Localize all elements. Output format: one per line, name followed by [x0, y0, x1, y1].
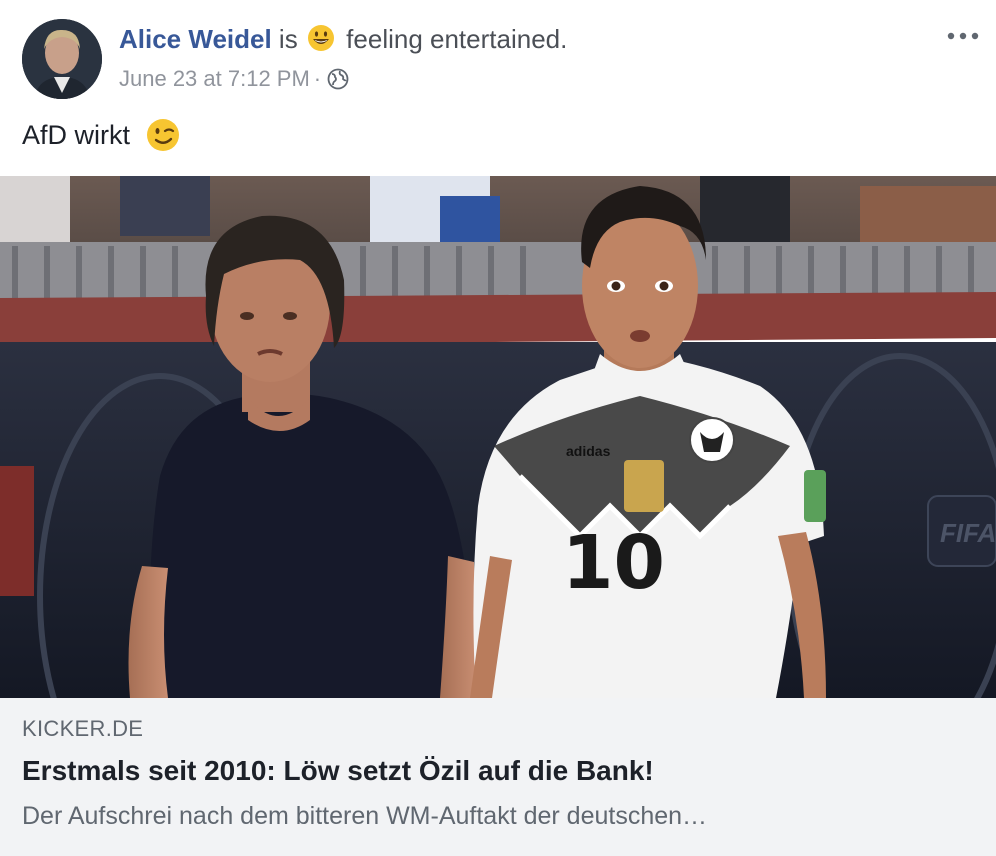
avatar[interactable] — [22, 19, 102, 99]
post-meta: June 23 at 7:12 PM · — [119, 66, 349, 96]
board-text: FIFA — [940, 518, 996, 548]
is-label: is — [278, 24, 298, 54]
post-message: AfD wirkt — [22, 120, 130, 150]
post-text: AfD wirkt — [22, 118, 180, 159]
post-photo[interactable]: FIFA 10 adidas — [0, 176, 996, 698]
winking-emoji-icon — [146, 118, 180, 159]
link-description: Der Aufschrei nach dem bitteren WM-Aufta… — [22, 802, 708, 830]
jersey-number: 10 — [562, 520, 665, 606]
more-options-icon[interactable] — [942, 24, 986, 48]
post-author-line: Alice Weidel is feeling entertained. — [119, 24, 567, 59]
feeling-text[interactable]: feeling entertained. — [346, 24, 567, 54]
author-name[interactable]: Alice Weidel — [119, 24, 272, 54]
post-header: Alice Weidel is feeling entertained. Jun… — [0, 0, 996, 176]
link-preview[interactable]: KICKER.DE Erstmals seit 2010: Löw setzt … — [0, 698, 996, 856]
meta-separator: · — [313, 66, 322, 91]
brand-text: adidas — [566, 443, 611, 459]
link-headline[interactable]: Erstmals seit 2010: Löw setzt Özil auf d… — [22, 755, 654, 787]
smiling-emoji-icon — [307, 24, 335, 59]
globe-icon[interactable] — [327, 68, 349, 96]
timestamp[interactable]: June 23 at 7:12 PM — [119, 66, 310, 91]
link-domain: KICKER.DE — [22, 716, 144, 741]
